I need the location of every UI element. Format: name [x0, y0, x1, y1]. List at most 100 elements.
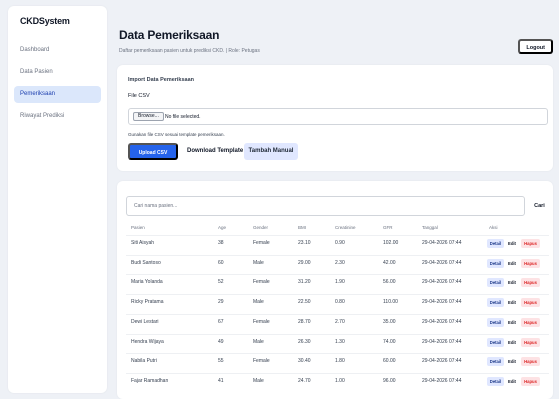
detail-button[interactable]: Detail — [487, 258, 504, 268]
cell-gfr: 56.00 — [383, 279, 396, 286]
upload-csv-button[interactable]: Upload CSV — [128, 143, 178, 160]
row-divider — [126, 333, 549, 335]
sidebar-item-data-pasien[interactable]: Data Pasien — [14, 64, 101, 81]
header-gender: Gender — [253, 225, 269, 230]
file-input[interactable]: Browse... No file selected. — [128, 108, 548, 125]
detail-button[interactable]: Detail — [487, 337, 504, 347]
hapus-button[interactable]: Hapus — [521, 278, 540, 288]
cell-gfr: 74.00 — [383, 338, 396, 345]
cell-bmi: 28.70 — [298, 318, 311, 325]
hapus-button[interactable]: Hapus — [521, 239, 540, 248]
detail-button[interactable]: Detail — [487, 317, 504, 327]
row-divider — [126, 353, 549, 355]
cell-creatinine: 1.00 — [335, 377, 345, 384]
cell-gfr: 60.00 — [383, 358, 396, 365]
edit-button[interactable]: Edit — [507, 338, 517, 347]
page-title: Data Pemeriksaan — [119, 28, 220, 42]
detail-button[interactable]: Detail — [487, 278, 504, 288]
row-divider — [126, 294, 549, 296]
cell-creatinine: 1.90 — [335, 279, 345, 286]
cell-pasien: Ricky Pratama — [131, 299, 164, 306]
row-divider — [126, 372, 549, 374]
table-row: Hendra Wijaya 49 Male 26.30 1.30 74.00 29-04-2… — [126, 333, 549, 351]
tambah-manual-button[interactable]: Tambah Manual — [244, 143, 298, 160]
sidebar: CKDSystem Dashboard Data Pasien Pemeriks… — [8, 6, 107, 393]
header-tanggal: Tanggal — [422, 225, 438, 230]
cell-gfr: 42.00 — [383, 259, 396, 266]
detail-button[interactable]: Detail — [487, 239, 504, 248]
edit-button[interactable]: Edit — [507, 259, 517, 268]
search-input[interactable] — [126, 196, 525, 216]
hapus-button[interactable]: Hapus — [521, 258, 540, 268]
edit-button[interactable]: Edit — [507, 239, 517, 248]
row-divider — [126, 313, 549, 315]
cell-age: 52 — [218, 279, 224, 286]
edit-button[interactable]: Edit — [507, 377, 517, 386]
detail-button[interactable]: Detail — [487, 357, 504, 367]
cell-bmi: 29.00 — [298, 259, 311, 266]
cell-gfr: 96.00 — [383, 377, 396, 384]
import-hint: Gunakan file CSV sesuai template pemerik… — [128, 132, 225, 137]
detail-button[interactable]: Detail — [487, 298, 504, 308]
cell-creatinine: 2.70 — [335, 318, 345, 325]
cell-tanggal: 29-04-2026 07:44 — [422, 318, 462, 325]
cell-gender: Male — [253, 338, 264, 345]
import-card: Import Data Pemeriksaan File CSV Browse.… — [117, 65, 553, 171]
header-gfr: GFR — [383, 225, 393, 230]
table-row: Nabila Putri 55 Female 30.40 1.80 60.00 29-04-… — [126, 353, 549, 370]
cell-age: 67 — [218, 318, 224, 325]
cell-age: 55 — [218, 358, 224, 365]
cell-gender: Female — [253, 279, 270, 286]
sidebar-item-pemeriksaan[interactable]: Pemeriksaan — [14, 86, 101, 103]
cell-tanggal: 29-04-2026 07:44 — [422, 259, 462, 266]
hapus-button[interactable]: Hapus — [521, 298, 540, 308]
hapus-button[interactable]: Hapus — [521, 357, 540, 367]
cell-bmi: 24.70 — [298, 377, 311, 384]
cell-pasien: Fajar Ramadhan — [131, 377, 169, 384]
row-divider — [126, 235, 549, 236]
row-divider — [126, 274, 549, 276]
cell-gender: Male — [253, 259, 264, 266]
cell-bmi: 26.30 — [298, 338, 311, 345]
cell-pasien: Siti Aisyah — [131, 240, 155, 246]
browse-button[interactable]: Browse... — [133, 112, 164, 121]
search-button[interactable]: Cari — [530, 196, 549, 216]
cell-tanggal: 29-04-2026 07:44 — [422, 377, 462, 384]
sidebar-item-dashboard[interactable]: Dashboard — [14, 42, 101, 59]
header-creatinine: Creatinine — [335, 225, 356, 230]
file-status: No file selected. — [165, 114, 201, 120]
detail-button[interactable]: Detail — [487, 376, 504, 386]
cell-age: 38 — [218, 240, 224, 246]
cell-gender: Female — [253, 240, 270, 246]
edit-button[interactable]: Edit — [507, 298, 517, 307]
page-subtitle: Daftar pemeriksaan pasien untuk prediksi… — [119, 48, 260, 54]
table-card: Cari Pasien Age Gender BMI Creatinine GF… — [117, 181, 553, 399]
cell-bmi: 22.50 — [298, 299, 311, 306]
header-bmi: BMI — [298, 225, 307, 230]
cell-gender: Male — [253, 377, 264, 384]
header-pasien: Pasien — [131, 225, 145, 230]
cell-bmi: 30.40 — [298, 358, 311, 365]
cell-creatinine: 1.30 — [335, 338, 345, 345]
hapus-button[interactable]: Hapus — [521, 337, 540, 347]
table-row: Budi Santoso 60 Male 29.00 2.30 42.00 29-04-20… — [126, 254, 549, 272]
header-age: Age — [218, 225, 227, 230]
brand-logo: CKDSystem — [20, 16, 70, 26]
logout-button[interactable]: Logout — [518, 39, 553, 54]
edit-button[interactable]: Edit — [507, 318, 517, 327]
cell-gfr: 102.00 — [383, 240, 399, 246]
edit-button[interactable]: Edit — [507, 278, 517, 287]
cell-pasien: Nabila Putri — [131, 358, 157, 365]
cell-age: 60 — [218, 259, 224, 266]
cell-tanggal: 29-04-2026 07:44 — [422, 358, 462, 365]
cell-gender: Female — [253, 318, 270, 325]
sidebar-nav: Dashboard Data Pasien Pemeriksaan Riwaya… — [14, 42, 101, 125]
hapus-button[interactable]: Hapus — [521, 317, 540, 327]
cell-tanggal: 29-04-2026 07:44 — [422, 240, 462, 246]
cell-gender: Female — [253, 358, 270, 365]
hapus-button[interactable]: Hapus — [521, 376, 540, 386]
edit-button[interactable]: Edit — [507, 357, 517, 366]
sidebar-item-riwayat-prediksi[interactable]: Riwayat Prediksi — [14, 108, 101, 125]
download-template-button[interactable]: Download Template — [184, 143, 246, 160]
cell-gender: Male — [253, 299, 264, 306]
